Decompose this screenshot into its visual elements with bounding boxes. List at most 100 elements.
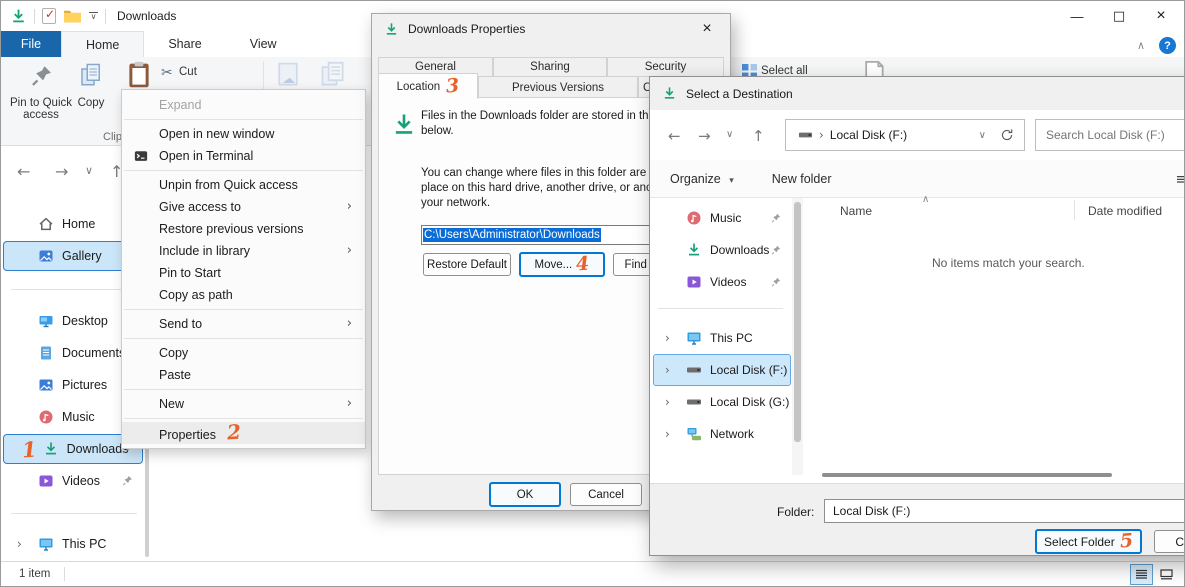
explorer-statusbar: 1 item: [1, 561, 1184, 586]
menu-separator: [124, 418, 363, 419]
tab-home[interactable]: Home: [61, 31, 144, 57]
tree-item-videos[interactable]: Videos: [653, 266, 791, 298]
sidebar-divider: [11, 513, 137, 514]
window-title: Downloads: [117, 9, 176, 23]
menu-item-send-to[interactable]: Send to›: [122, 313, 365, 335]
dialog-title: Select a Destination: [686, 87, 793, 101]
pin-to-quick-access-icon[interactable]: [29, 62, 55, 90]
menu-item-unpin-quick-access[interactable]: Unpin from Quick access: [122, 174, 365, 196]
cancel-button[interactable]: Cancel: [1154, 530, 1185, 553]
column-header-name[interactable]: Name: [840, 204, 872, 218]
annotation-2: 2: [227, 422, 242, 443]
tree-scrollbar[interactable]: [792, 198, 803, 475]
tab-share[interactable]: Share: [144, 31, 225, 57]
new-folder-button[interactable]: New folder: [772, 172, 832, 186]
menu-item-restore-previous-versions[interactable]: Restore previous versions: [122, 218, 365, 240]
cancel-button[interactable]: Cancel: [570, 483, 642, 506]
chevron-right-icon[interactable]: ›: [665, 427, 670, 441]
network-icon: [686, 426, 702, 442]
close-button[interactable]: ×: [1140, 1, 1182, 31]
minimize-button[interactable]: —: [1056, 1, 1098, 31]
tab-view[interactable]: View: [226, 31, 301, 57]
sidebar-item-this-pc[interactable]: › This PC: [3, 529, 143, 559]
sidebar-item-label: Desktop: [62, 314, 108, 328]
address-bar[interactable]: › Local Disk (F:) ∨: [785, 119, 1025, 151]
menu-item-copy[interactable]: Copy: [122, 342, 365, 364]
tree-item-local-disk-g[interactable]: › Local Disk (G:): [653, 386, 791, 418]
menu-item-give-access-to[interactable]: Give access to›: [122, 196, 365, 218]
menu-item-new[interactable]: New›: [122, 393, 365, 415]
recent-locations-icon[interactable]: ∨: [85, 164, 93, 177]
sidebar-item-videos[interactable]: Videos: [3, 466, 143, 496]
properties-checkbox-icon[interactable]: ✓: [42, 8, 56, 24]
tree-item-network[interactable]: › Network: [653, 418, 791, 450]
drive-icon: [686, 394, 702, 410]
menu-item-open-terminal[interactable]: Open in Terminal: [122, 145, 365, 167]
menu-item-copy-as-path[interactable]: Copy as path: [122, 284, 365, 306]
tree-item-downloads[interactable]: Downloads: [653, 234, 791, 266]
desktop-screenshot: ✓ ∨ Downloads — □ × File Home Share View…: [0, 0, 1185, 587]
menu-separator: [124, 309, 363, 310]
menu-item-include-in-library[interactable]: Include in library›: [122, 240, 365, 262]
thumbnail-view-icon[interactable]: [1155, 564, 1178, 585]
pin-to-quick-access-label[interactable]: Pin to Quick access: [3, 97, 79, 121]
forward-icon[interactable]: →: [55, 162, 68, 181]
videos-icon: [686, 274, 702, 290]
paste-icon[interactable]: [125, 60, 153, 90]
column-header-date-modified[interactable]: Date modified: [1088, 204, 1162, 218]
tab-sharing[interactable]: Sharing: [493, 57, 607, 77]
paste-shortcut-icon: [274, 61, 302, 89]
chevron-right-icon[interactable]: ›: [665, 331, 670, 345]
column-divider[interactable]: [1074, 200, 1075, 220]
submenu-arrow-icon: ›: [347, 240, 352, 262]
tab-location[interactable]: Location 3: [378, 73, 478, 99]
move-button[interactable]: Move... 4: [519, 252, 605, 277]
up-icon[interactable]: ↑: [752, 127, 765, 145]
recent-locations-icon[interactable]: ∨: [726, 129, 733, 140]
copy-label[interactable]: Copy: [73, 97, 109, 109]
ribbon-corner-controls: ∧ ?: [1137, 37, 1176, 54]
maximize-button[interactable]: □: [1098, 1, 1140, 31]
home-icon: [38, 216, 54, 232]
menu-item-paste[interactable]: Paste: [122, 364, 365, 386]
help-icon[interactable]: ?: [1159, 37, 1176, 54]
tree-item-music[interactable]: Music: [653, 202, 791, 234]
tab-previous-versions[interactable]: Previous Versions: [478, 76, 638, 99]
annotation-4: 4: [576, 255, 591, 275]
view-options-icon[interactable]: ≡: [1175, 170, 1185, 188]
menu-item-pin-to-start[interactable]: Pin to Start: [122, 262, 365, 284]
new-folder-icon[interactable]: [63, 8, 82, 24]
cut-label[interactable]: Cut: [179, 66, 209, 78]
refresh-icon[interactable]: [1000, 128, 1014, 142]
address-dropdown-icon[interactable]: ∨: [979, 130, 986, 141]
search-input[interactable]: [1035, 119, 1185, 151]
close-icon[interactable]: ×: [688, 14, 726, 44]
back-icon[interactable]: ←: [17, 162, 30, 181]
folder-input[interactable]: [824, 499, 1185, 523]
select-folder-button[interactable]: Select Folder 5: [1035, 529, 1142, 554]
menu-item-open-new-window[interactable]: Open in new window: [122, 123, 365, 145]
chevron-right-icon[interactable]: ›: [665, 395, 670, 409]
chevron-right-icon[interactable]: ›: [17, 537, 22, 551]
tab-security[interactable]: Security: [607, 57, 724, 77]
back-icon[interactable]: ←: [668, 127, 681, 145]
tree-item-this-pc[interactable]: › This PC: [653, 322, 791, 354]
tree-item-local-disk-f[interactable]: › Local Disk (F:): [653, 354, 791, 386]
copy-icon[interactable]: [79, 62, 103, 88]
desktop-icon: [38, 313, 54, 329]
collapse-ribbon-icon[interactable]: ∧: [1137, 39, 1145, 52]
forward-icon[interactable]: →: [698, 127, 711, 145]
restore-default-button[interactable]: Restore Default: [423, 253, 511, 276]
menu-item-properties[interactable]: Properties 2: [122, 422, 365, 444]
customize-toolbar-dropdown-icon[interactable]: ∨: [89, 12, 98, 20]
pin-icon: [121, 474, 134, 487]
details-view-icon[interactable]: [1130, 564, 1153, 585]
downloads-icon: [686, 242, 702, 258]
organize-button[interactable]: Organize ▾: [670, 172, 734, 186]
chevron-right-icon[interactable]: ›: [665, 363, 670, 377]
sidebar-item-label: Videos: [62, 474, 100, 488]
tab-file[interactable]: File: [1, 31, 61, 57]
ok-button[interactable]: OK: [489, 482, 561, 507]
horizontal-scrollbar[interactable]: [822, 473, 1112, 477]
cut-icon[interactable]: ✂: [161, 65, 173, 81]
